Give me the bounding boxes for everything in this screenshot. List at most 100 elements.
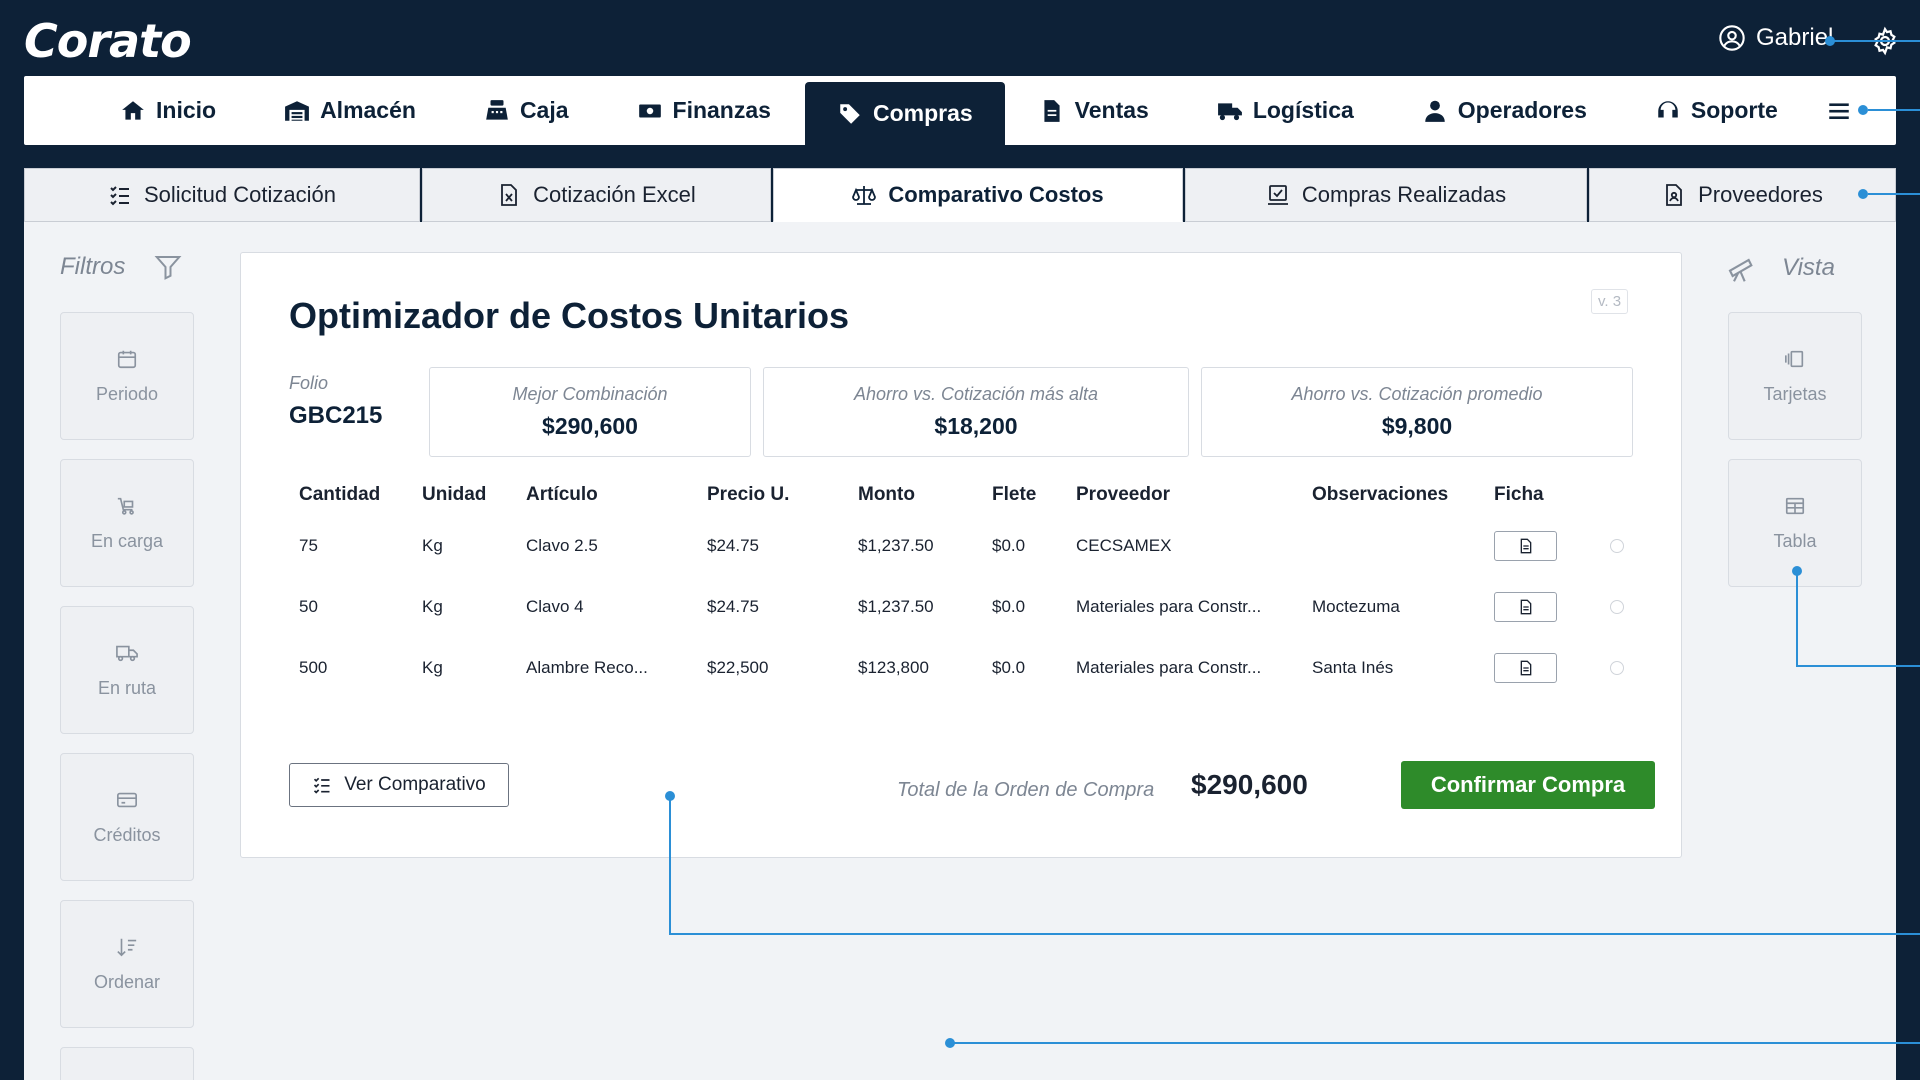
view-label: Tarjetas (1763, 383, 1827, 404)
stat-value: $18,200 (934, 413, 1018, 439)
ficha-button[interactable] (1494, 591, 1557, 622)
row-select-radio[interactable] (1610, 538, 1624, 553)
table-row: 50 Kg Clavo 4 $24.75 $1,237.50 $0.0 Mate… (299, 576, 1659, 637)
document-icon (1520, 660, 1531, 675)
cell-monto: $123,800 (858, 657, 929, 677)
filter-label: Periodo (95, 383, 159, 404)
filter-label: En carga (90, 530, 164, 551)
money-icon (638, 104, 661, 117)
annotation-line (1830, 40, 1920, 42)
sub-tabs: Solicitud Cotización Cotización Excel Co… (24, 168, 1896, 222)
stat-ahorro-promedio: Ahorro vs. Cotización promedio $9,800 (1201, 367, 1633, 457)
cell-articulo: Alambre Reco... (526, 657, 648, 677)
nav-item-label: Caja (519, 97, 569, 123)
cell-unidad: Kg (422, 596, 443, 616)
nav-item-almacen[interactable]: Almacén (250, 76, 450, 145)
tags-icon (840, 103, 860, 124)
folio-block: Folio GBC215 (289, 373, 382, 430)
scale-icon (852, 186, 877, 205)
tab-comparativo-costos[interactable]: Comparativo Costos (773, 168, 1183, 222)
nav-item-caja[interactable]: Caja (450, 76, 603, 145)
column-header: Flete (992, 484, 1037, 505)
cell-proveedor: CECSAMEX (1076, 535, 1172, 555)
folio-value: GBC215 (289, 402, 383, 429)
tab-proveedores[interactable]: Proveedores (1589, 168, 1896, 222)
column-header: Monto (858, 484, 915, 505)
row-select-radio[interactable] (1610, 599, 1624, 614)
credit-card-icon (117, 792, 137, 807)
cell-cantidad: 50 (299, 596, 318, 616)
nav-item-compras[interactable]: Compras (804, 82, 1005, 145)
cell-flete: $0.0 (992, 596, 1026, 616)
row-select-radio[interactable] (1610, 660, 1624, 675)
view-tarjetas[interactable]: Tarjetas (1728, 312, 1862, 440)
cell-precio: $22,500 (707, 657, 769, 677)
table-row: 500 Kg Alambre Reco... $22,500 $123,800 … (299, 637, 1659, 698)
sort-icon (117, 938, 137, 956)
stat-mejor-combinacion: Mejor Combinación $290,600 (429, 367, 751, 457)
filters-header: Filtros (60, 252, 183, 282)
tab-cotizacion-excel[interactable]: Cotización Excel (422, 168, 771, 222)
excel-file-icon (501, 184, 518, 206)
annotation-dot (1858, 105, 1868, 115)
nav-item-finanzas[interactable]: Finanzas (603, 76, 805, 145)
nav-item-operadores[interactable]: Operadores (1388, 76, 1621, 145)
user-circle-icon (1719, 25, 1745, 51)
home-icon (122, 100, 144, 120)
total-value: $290,600 (1191, 769, 1308, 800)
cell-monto: $1,237.50 (858, 596, 934, 616)
tab-label: Cotización Excel (533, 182, 696, 207)
filter-more[interactable] (60, 1047, 194, 1080)
cell-observaciones: Santa Inés (1312, 657, 1394, 677)
cards-icon (1785, 350, 1804, 367)
cell-cantidad: 75 (299, 535, 318, 555)
filter-label: Ordenar (93, 971, 161, 992)
cell-observaciones: Moctezuma (1312, 596, 1400, 616)
filter-periodo[interactable]: Periodo (60, 312, 194, 440)
filter-label: En ruta (97, 677, 157, 698)
column-header: Cantidad (299, 484, 381, 505)
tab-label: Comparativo Costos (888, 182, 1104, 207)
app-logo[interactable]: Corato (24, 14, 192, 68)
button-label: Ver Comparativo (344, 774, 486, 795)
nav-item-label: Finanzas (672, 97, 771, 123)
cost-optimizer-panel: Optimizador de Costos Unitarios v. 3 Fol… (240, 252, 1682, 858)
cell-precio: $24.75 (707, 596, 759, 616)
filter-en-ruta[interactable]: En ruta (60, 606, 194, 734)
filter-en-carga[interactable]: En carga (60, 459, 194, 587)
table-header: Cantidad Unidad Artículo Precio U. Monto… (299, 475, 1659, 515)
checklist-icon (314, 777, 330, 794)
cell-proveedor: Materiales para Constr... (1076, 657, 1262, 677)
truck-route-icon (116, 645, 138, 661)
tab-compras-realizadas[interactable]: Compras Realizadas (1185, 168, 1587, 222)
stat-label: Mejor Combinación (512, 384, 668, 404)
annotation-line (950, 1042, 1920, 1044)
confirmar-compra-button[interactable]: Confirmar Compra (1401, 761, 1655, 809)
nav-item-ventas[interactable]: Ventas (1005, 76, 1183, 145)
stat-label: Ahorro vs. Cotización promedio (1291, 384, 1543, 404)
tab-solicitud-cotizacion[interactable]: Solicitud Cotización (24, 168, 420, 222)
ficha-button[interactable] (1494, 652, 1557, 683)
cell-unidad: Kg (422, 657, 443, 677)
filter-label: Créditos (93, 824, 161, 845)
nav-item-logistica[interactable]: Logística (1183, 76, 1388, 145)
filter-ordenar[interactable]: Ordenar (60, 900, 194, 1028)
hamburger-icon (1829, 102, 1849, 119)
user-menu[interactable]: Gabriel (1718, 24, 1833, 52)
cell-cantidad: 500 (299, 657, 328, 677)
document-icon (1520, 538, 1531, 553)
user-icon (1425, 100, 1445, 122)
filter-creditos[interactable]: Créditos (60, 753, 194, 881)
nav-item-soporte[interactable]: Soporte (1621, 76, 1812, 145)
user-name: Gabriel (1756, 24, 1834, 51)
cell-precio: $24.75 (707, 535, 759, 555)
ver-comparativo-button[interactable]: Ver Comparativo (289, 763, 509, 807)
nav-item-label: Logística (1252, 97, 1354, 123)
cash-register-icon (486, 99, 508, 120)
cell-articulo: Clavo 4 (526, 596, 584, 616)
cell-proveedor: Materiales para Constr... (1076, 596, 1262, 616)
ficha-button[interactable] (1494, 530, 1557, 561)
stat-ahorro-alta: Ahorro vs. Cotización más alta $18,200 (763, 367, 1189, 457)
filter-icon[interactable] (153, 252, 183, 282)
nav-item-inicio[interactable]: Inicio (86, 76, 250, 145)
